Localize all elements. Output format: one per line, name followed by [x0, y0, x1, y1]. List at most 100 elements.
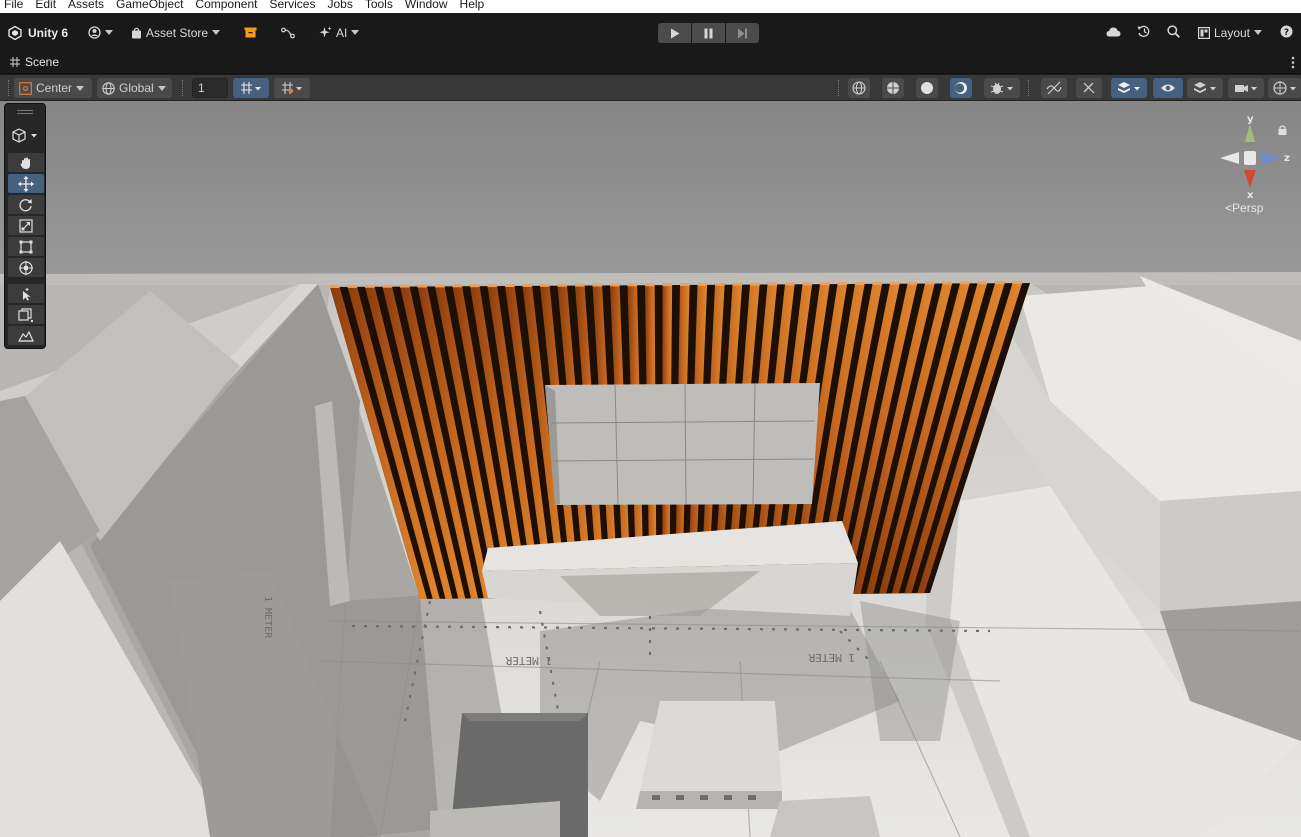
- menu-file[interactable]: File: [0, 0, 29, 11]
- search-button[interactable]: [1167, 24, 1180, 41]
- wooden-slat-cap: [330, 285, 340, 288]
- unity-brand[interactable]: Unity 6: [0, 25, 69, 40]
- wooden-slat-cap: [662, 283, 673, 287]
- play-icon: [670, 28, 679, 38]
- account-icon: [88, 26, 101, 39]
- floor-label-meter-1: 1 METER: [505, 654, 552, 667]
- gizmo-lock-button[interactable]: [1278, 122, 1287, 140]
- probuilder-tool-button[interactable]: [8, 305, 44, 324]
- palette-drag-handle[interactable]: [17, 110, 33, 114]
- terrain-icon: [18, 330, 34, 342]
- layout-icon: [1197, 26, 1210, 39]
- menu-help[interactable]: Help: [454, 0, 491, 11]
- view-tool-button[interactable]: [8, 153, 44, 172]
- layers-dropdown[interactable]: [1187, 78, 1223, 98]
- account-button[interactable]: [82, 23, 119, 42]
- layout-label: Layout: [1213, 25, 1250, 40]
- tab-scene[interactable]: Scene: [10, 55, 59, 69]
- wooden-slat-cap: [557, 283, 568, 287]
- wooden-slat-cap: [715, 282, 725, 286]
- move-arrows-icon: [18, 175, 34, 192]
- layout-dropdown[interactable]: Layout: [1196, 23, 1264, 43]
- menu-jobs[interactable]: Jobs: [321, 0, 358, 11]
- rotate-tool-button[interactable]: [8, 195, 44, 214]
- transform-tool-button[interactable]: [8, 258, 44, 277]
- history-button[interactable]: [1137, 25, 1151, 41]
- version-control-button[interactable]: [275, 24, 301, 42]
- play-button[interactable]: [658, 23, 691, 43]
- wooden-slat-cap: [400, 284, 410, 288]
- help-button[interactable]: ?: [1280, 25, 1293, 41]
- ai-label: AI: [336, 25, 348, 40]
- debug-draw-mode-dropdown[interactable]: [984, 78, 1020, 98]
- shaded-wireframe-button[interactable]: [882, 78, 904, 98]
- scene-visibility-toggle[interactable]: [1153, 78, 1183, 98]
- globe-icon: [102, 81, 115, 95]
- terrain-tool-button[interactable]: [8, 326, 44, 345]
- pause-button[interactable]: [692, 23, 725, 43]
- wooden-slat-cap: [697, 282, 708, 286]
- lock-icon: [1278, 125, 1287, 135]
- menu-assets[interactable]: Assets: [62, 0, 110, 11]
- wooden-slat-cap: [540, 283, 550, 287]
- wooden-slat-cap: [1012, 281, 1023, 285]
- projection-toggle[interactable]: <Persp: [1225, 201, 1263, 215]
- unity-logo-icon: [8, 25, 22, 40]
- grid-increment-field[interactable]: 1: [192, 78, 228, 98]
- app-title: Unity 6: [28, 25, 69, 40]
- pivot-rotation-dropdown[interactable]: Global: [97, 78, 172, 98]
- menu-component[interactable]: Component: [189, 0, 263, 11]
- audio-toggle[interactable]: [1076, 78, 1102, 98]
- kebab-menu-icon: [1291, 56, 1295, 69]
- cloud-button[interactable]: [1106, 26, 1121, 40]
- menu-window[interactable]: Window: [399, 0, 454, 11]
- scene-toolbar: Center Global 1: [0, 75, 1301, 101]
- menu-tools[interactable]: Tools: [359, 0, 399, 11]
- wooden-slat-cap: [417, 284, 428, 288]
- menu-gameobject[interactable]: GameObject: [110, 0, 189, 11]
- wooden-slat-cap: [890, 281, 900, 285]
- tool-context-dropdown[interactable]: [8, 126, 44, 145]
- scale-tool-button[interactable]: [8, 216, 44, 235]
- snap-settings-toggle[interactable]: [274, 78, 310, 98]
- ai-button[interactable]: AI: [313, 23, 365, 43]
- custom-tool-button[interactable]: [8, 284, 44, 303]
- pivot-rotation-label: Global: [119, 81, 154, 95]
- toolbar-grip: [8, 80, 10, 96]
- pivot-mode-dropdown[interactable]: Center: [14, 78, 92, 98]
- package-button[interactable]: [238, 24, 263, 41]
- gizmo-neg-x-axis: [1220, 152, 1239, 164]
- tool-palette: [4, 103, 46, 349]
- rect-tool-button[interactable]: [8, 237, 44, 256]
- effects-layers-icon: [1118, 82, 1140, 93]
- help-icon: ?: [1280, 25, 1293, 38]
- toolbar-grip: [838, 80, 840, 96]
- step-button[interactable]: [726, 23, 759, 43]
- wooden-slat-cap: [995, 281, 1005, 285]
- gizmo-x-axis: [1244, 170, 1256, 188]
- menu-edit[interactable]: Edit: [29, 0, 62, 11]
- pivot-center-icon: [19, 81, 32, 95]
- shopping-bag-icon: [132, 27, 142, 38]
- wooden-slat-cap: [487, 284, 498, 288]
- camera-settings-dropdown[interactable]: [1228, 78, 1264, 98]
- move-tool-button[interactable]: [8, 174, 44, 193]
- chevron-down-icon: [351, 30, 360, 35]
- wooden-slat-cap: [802, 282, 813, 286]
- gizmos-dropdown[interactable]: [1268, 78, 1301, 98]
- solid-sphere-icon: [921, 82, 933, 94]
- floor-label-meter-2: 1 METER: [808, 651, 855, 664]
- menu-services[interactable]: Services: [263, 0, 321, 11]
- effects-dropdown[interactable]: [1111, 78, 1147, 98]
- armchair-top: [462, 713, 588, 721]
- grid-snap-toggle[interactable]: [233, 78, 269, 98]
- lit-shading-button[interactable]: [950, 78, 972, 98]
- 2d-lighting-toggle[interactable]: [1041, 78, 1067, 98]
- scene-viewport[interactable]: 1 METER 1 METER 1 METER: [0, 101, 1301, 837]
- unlit-shading-button[interactable]: [916, 78, 938, 98]
- asset-store-button[interactable]: Asset Store: [125, 23, 226, 43]
- chevron-down-icon: [105, 30, 114, 35]
- wireframe-shading-button[interactable]: [848, 78, 870, 98]
- tab-menu-button[interactable]: [1291, 56, 1295, 74]
- cube-icon: [12, 127, 37, 143]
